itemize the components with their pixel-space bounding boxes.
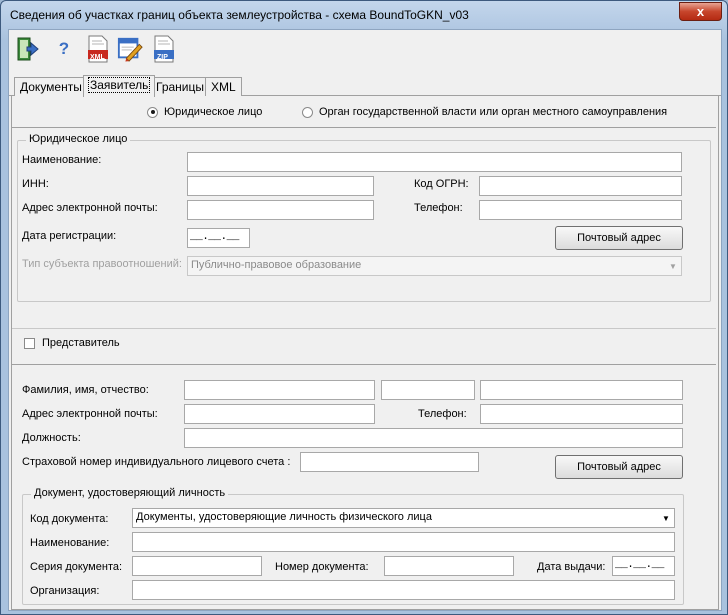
exit-button[interactable] (15, 35, 41, 63)
edit-button[interactable] (117, 35, 143, 63)
applicant-tab-pane: Юридическое лицо Орган государственной в… (11, 96, 719, 610)
edit-icon (117, 37, 143, 62)
tab-documents[interactable]: Документы (14, 77, 88, 96)
doc-code-value: Документы, удостоверяющие личность физич… (136, 511, 432, 523)
tab-applicant[interactable]: Заявитель (83, 75, 156, 97)
radio-legal-entity-dot[interactable] (147, 106, 158, 118)
zip-file-label: ZIP (157, 54, 168, 61)
export-zip-button[interactable]: ZIP (151, 35, 177, 63)
divider (12, 364, 716, 365)
divider (12, 328, 716, 329)
issue-date-label: Дата выдачи: (537, 561, 606, 573)
inn-label: ИНН: (22, 178, 49, 190)
client-area: ? XML ZIP Документы Заявитель Границы XM… (8, 29, 722, 611)
inn-input[interactable] (187, 176, 374, 196)
subject-type-label: Тип субъекта правоотношений: (22, 258, 182, 270)
fio-label: Фамилия, имя, отчество: (22, 384, 149, 396)
middle-name-input[interactable] (480, 380, 683, 400)
ogrn-input[interactable] (479, 176, 682, 196)
doc-code-label: Код документа: (30, 513, 109, 525)
doc-org-input[interactable] (132, 580, 675, 600)
doc-name-label: Наименование: (30, 537, 110, 549)
legal-email-label: Адрес электронной почты: (22, 202, 158, 214)
subject-type-select[interactable]: Публично-правовое образование ▼ (187, 256, 682, 276)
doc-series-input[interactable] (132, 556, 262, 576)
doc-number-label: Номер документа: (275, 561, 369, 573)
identity-document-legend: Документ, удостоверяющий личность (31, 487, 229, 499)
tab-xml-label: XML (211, 80, 236, 94)
legal-postal-address-button[interactable]: Почтовый адрес (555, 226, 683, 250)
last-name-input[interactable] (184, 380, 375, 400)
chevron-down-icon[interactable]: ▼ (666, 258, 680, 274)
help-icon: ? (58, 39, 70, 58)
position-input[interactable] (184, 428, 683, 448)
main-window: Сведения об участках границ объекта земл… (0, 0, 728, 615)
radio-government[interactable]: Орган государственной власти или орган м… (302, 106, 667, 118)
first-name-input[interactable] (381, 380, 475, 400)
rep-email-input[interactable] (184, 404, 375, 424)
legal-name-input[interactable] (187, 152, 682, 172)
title-bar[interactable]: Сведения об участках границ объекта земл… (1, 1, 727, 29)
legal-entity-legend: Юридическое лицо (26, 133, 131, 145)
tab-boundaries[interactable]: Границы (150, 77, 210, 96)
rep-phone-label: Телефон: (418, 408, 467, 420)
rep-email-label: Адрес электронной почты: (22, 408, 158, 420)
radio-government-dot[interactable] (302, 106, 313, 118)
issue-date-input[interactable]: __.__.__ (612, 556, 675, 576)
legal-phone-label: Телефон: (414, 202, 463, 214)
representative-checkbox[interactable] (24, 338, 35, 349)
ogrn-label: Код ОГРН: (414, 178, 469, 190)
window-title: Сведения об участках границ объекта земл… (10, 8, 469, 22)
legal-name-label: Наименование: (22, 154, 102, 166)
position-label: Должность: (22, 432, 81, 444)
rep-postal-address-button[interactable]: Почтовый адрес (555, 455, 683, 479)
tab-xml[interactable]: XML (205, 77, 242, 96)
chevron-down-icon[interactable]: ▼ (659, 510, 673, 526)
export-xml-button[interactable]: XML (85, 35, 111, 63)
tab-documents-label: Документы (20, 80, 82, 94)
representative-checkbox-label: Представитель (42, 337, 120, 349)
doc-number-input[interactable] (384, 556, 514, 576)
subject-type-value: Публично-правовое образование (191, 259, 362, 271)
legal-email-input[interactable] (187, 200, 374, 220)
rep-phone-input[interactable] (480, 404, 683, 424)
legal-phone-input[interactable] (479, 200, 682, 220)
radio-government-label: Орган государственной власти или орган м… (319, 106, 668, 118)
xml-file-label: XML (90, 54, 105, 61)
applicant-type-selector: Юридическое лицо Орган государственной в… (12, 96, 716, 128)
tab-applicant-label: Заявитель (87, 77, 151, 93)
close-button[interactable]: x (679, 2, 722, 21)
tab-boundaries-label: Границы (156, 80, 204, 94)
doc-code-select[interactable]: Документы, удостоверяющие личность физич… (132, 508, 675, 528)
radio-legal-entity[interactable]: Юридическое лицо (147, 106, 262, 118)
toolbar: ? XML ZIP (9, 30, 721, 70)
help-button[interactable]: ? (51, 35, 77, 63)
doc-org-label: Организация: (30, 585, 100, 597)
doc-series-label: Серия документа: (30, 561, 123, 573)
exit-icon (17, 37, 39, 61)
doc-name-input[interactable] (132, 532, 675, 552)
snils-input[interactable] (300, 452, 479, 472)
reg-date-label: Дата регистрации: (22, 230, 117, 242)
tab-strip: Документы Заявитель Границы XML (9, 74, 721, 97)
reg-date-input[interactable]: __.__.__ (187, 228, 250, 248)
snils-label: Страховой номер индивидуального лицевого… (22, 456, 291, 468)
radio-legal-entity-label: Юридическое лицо (164, 106, 263, 118)
